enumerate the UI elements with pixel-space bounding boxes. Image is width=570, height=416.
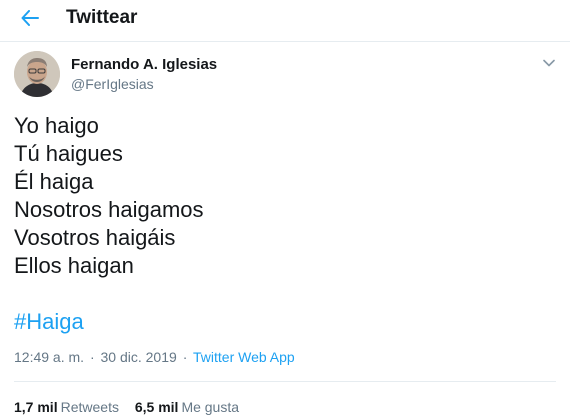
tweet-text: Yo haigo Tú haigues Él haiga Nosotros ha… <box>14 112 554 336</box>
retweets-count: 1,7 mil <box>14 399 58 415</box>
tweet-line: Tú haigues <box>14 141 123 166</box>
author-handle[interactable]: @FerIglesias <box>71 76 154 93</box>
tweet-line: Vosotros haigáis <box>14 225 176 250</box>
tweet-metadata: 12:49 a. m. · 30 dic. 2019 · Twitter Web… <box>14 349 295 366</box>
top-bar: Twittear <box>0 0 570 42</box>
page-title: Twittear <box>66 7 138 28</box>
retweets-stat[interactable]: 1,7 mil Retweets <box>14 399 119 416</box>
tweet-line: Ellos haigan <box>14 253 134 278</box>
avatar[interactable] <box>14 51 60 97</box>
likes-stat[interactable]: 6,5 mil Me gusta <box>135 399 239 416</box>
tweet-line: Nosotros haigamos <box>14 197 204 222</box>
tweet-time[interactable]: 12:49 a. m. <box>14 349 84 365</box>
divider <box>14 381 556 382</box>
meta-separator: · <box>182 349 188 365</box>
chevron-down-icon <box>543 59 555 67</box>
hashtag-link[interactable]: #Haiga <box>14 308 554 336</box>
arrow-left-icon <box>21 10 39 26</box>
tweet-source-link[interactable]: Twitter Web App <box>193 349 295 365</box>
likes-count: 6,5 mil <box>134 399 179 415</box>
more-options-button[interactable] <box>538 54 560 72</box>
tweet-line: Yo haigo <box>14 113 99 138</box>
tweet-stats: 1,7 mil Retweets 6,5 mil Me gusta <box>14 399 251 416</box>
back-button[interactable] <box>16 6 44 30</box>
tweet-line: Él haiga <box>14 169 94 194</box>
meta-separator: · <box>89 349 95 365</box>
tweet-date[interactable]: 30 dic. 2019 <box>101 349 177 365</box>
author-name[interactable]: Fernando A. Iglesias <box>71 56 217 74</box>
retweets-label: Retweets <box>60 399 119 415</box>
likes-label: Me gusta <box>181 399 240 415</box>
profile-photo <box>14 51 60 97</box>
